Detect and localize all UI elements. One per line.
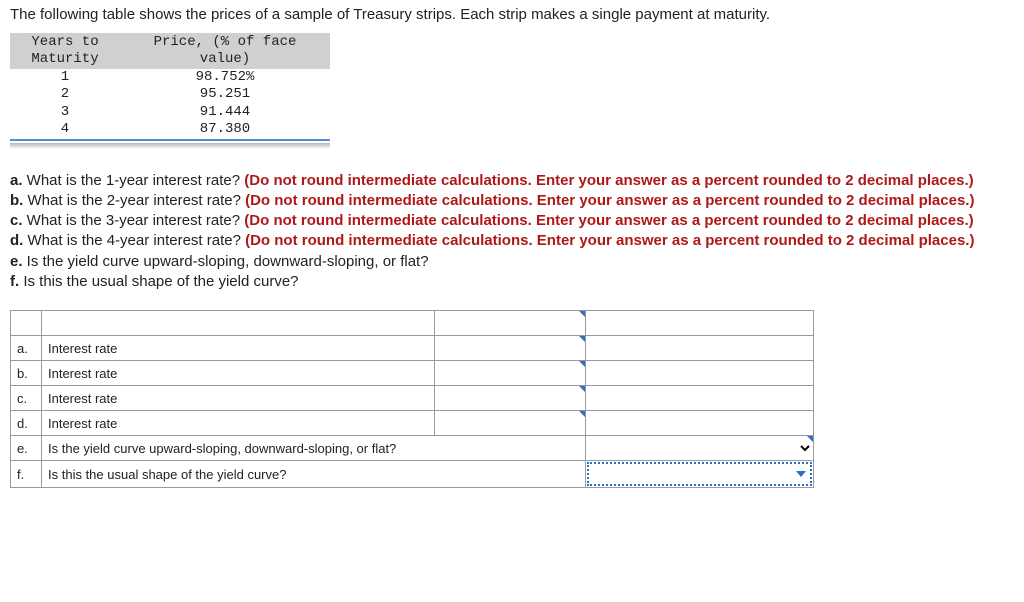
q-a-hint: (Do not round intermediate calculations.… [244,172,973,189]
q-d-letter: d. [10,232,23,249]
col-price-line2: value) [200,51,250,67]
cell-years: 2 [10,86,120,104]
answer-row-d: d. Interest rate [11,411,814,436]
interest-rate-input-d[interactable] [435,411,585,435]
blank-cell [42,311,435,336]
yield-curve-shape-select[interactable] [586,436,813,460]
ans-label: Interest rate [42,336,435,361]
answer-row-f: f. Is this the usual shape of the yield … [11,461,814,488]
ans-select-cell-focused [586,461,814,488]
cell-years: 1 [10,69,120,87]
q-b-letter: b. [10,192,23,209]
blank-select-header [586,311,814,336]
cell-years: 4 [10,121,120,139]
cell-price: 95.251 [120,86,330,104]
ans-label: Is the yield curve upward-sloping, downw… [42,436,586,461]
blank-cell [586,386,814,411]
blank-cell [586,361,814,386]
table-row: 3 91.444 [10,104,330,122]
table-row: 4 87.380 [10,121,330,139]
q-f-letter: f. [10,273,19,290]
answer-row-b: b. Interest rate [11,361,814,386]
q-d-text: What is the 4-year interest rate? [23,232,245,249]
ans-letter: b. [11,361,42,386]
col-price-header: Price, (% of face value) [120,33,330,69]
q-c-text: What is the 3-year interest rate? [23,212,245,229]
col-price-line1: Price, (% of face [154,34,297,50]
q-e-text: Is the yield curve upward-sloping, downw… [23,253,429,270]
col-years-header: Years to Maturity [10,33,120,69]
question-block: a. What is the 1-year interest rate? (Do… [10,171,994,293]
ans-letter: f. [11,461,42,488]
table-row: 2 95.251 [10,86,330,104]
q-a-letter: a. [10,172,23,189]
q-c-letter: c. [10,212,23,229]
blank-cell [11,311,42,336]
ans-select-cell [586,436,814,461]
q-b-hint: (Do not round intermediate calculations.… [245,192,974,209]
q-c-hint: (Do not round intermediate calculations.… [244,212,973,229]
cell-price: 91.444 [120,104,330,122]
q-b-text: What is the 2-year interest rate? [23,192,245,209]
intro-text: The following table shows the prices of … [10,6,994,23]
cell-price: 98.752% [120,69,330,87]
q-d-hint: (Do not round intermediate calculations.… [245,232,974,249]
chevron-down-icon [796,471,806,477]
answer-row-c: c. Interest rate [11,386,814,411]
interest-rate-input-c[interactable] [435,386,585,410]
interest-rate-input-a[interactable] [435,336,585,360]
col-years-line2: Maturity [31,51,98,67]
ans-label: Interest rate [42,411,435,436]
q-e-letter: e. [10,253,23,270]
ans-letter: d. [11,411,42,436]
cell-years: 3 [10,104,120,122]
blank-input-header [435,311,586,336]
table-row: 1 98.752% [10,69,330,87]
blank-cell [586,411,814,436]
usual-shape-select[interactable] [587,462,812,486]
blank-cell [586,336,814,361]
strip-table-container: Years to Maturity Price, (% of face valu… [10,33,330,141]
ans-input-cell [435,411,586,436]
answers-table: a. Interest rate b. Interest rate c. Int… [10,310,814,488]
ans-input-cell [435,336,586,361]
ans-input-cell [435,361,586,386]
ans-letter: e. [11,436,42,461]
q-f-text: Is this the usual shape of the yield cur… [19,273,298,290]
ans-label: Interest rate [42,361,435,386]
ans-letter: a. [11,336,42,361]
table-shadow [10,143,330,149]
ans-label: Interest rate [42,386,435,411]
ans-letter: c. [11,386,42,411]
q-a-text: What is the 1-year interest rate? [23,172,245,189]
ans-label: Is this the usual shape of the yield cur… [42,461,586,488]
answers-header-row [11,311,814,336]
interest-rate-input-b[interactable] [435,361,585,385]
answer-row-a: a. Interest rate [11,336,814,361]
ans-input-cell [435,386,586,411]
strip-price-table: Years to Maturity Price, (% of face valu… [10,33,330,139]
answer-row-e: e. Is the yield curve upward-sloping, do… [11,436,814,461]
cell-price: 87.380 [120,121,330,139]
col-years-line1: Years to [31,34,98,50]
